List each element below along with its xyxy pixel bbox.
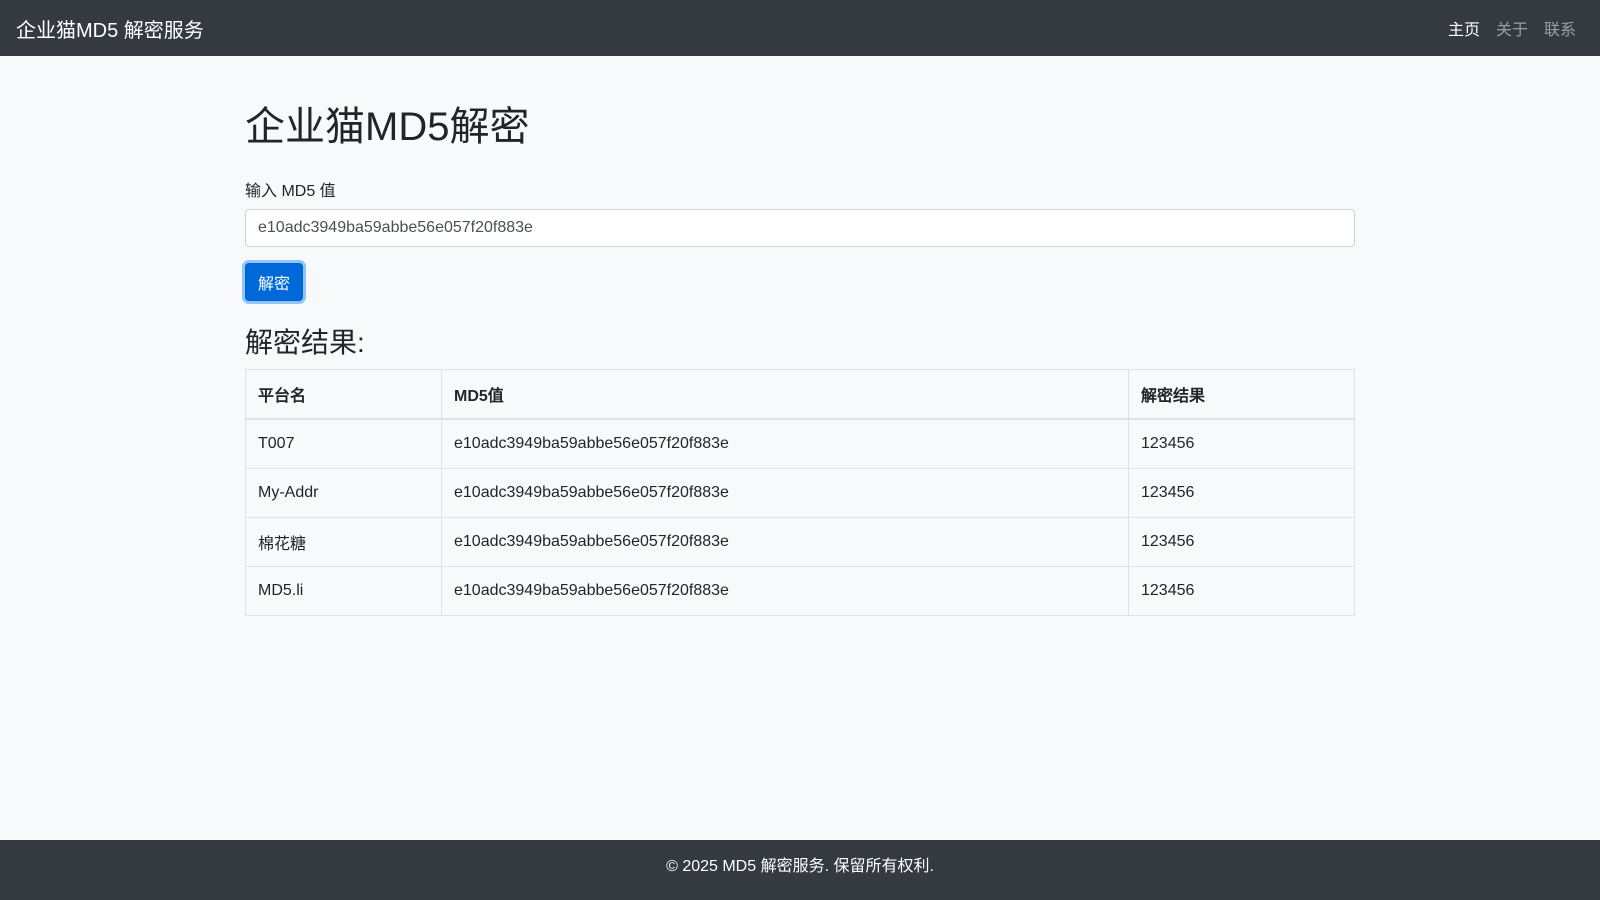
table-row: MD5.li e10adc3949ba59abbe56e057f20f883e 12… — [245, 565, 1355, 616]
cell-result: 123456 — [1128, 516, 1355, 567]
cell-platform: T007 — [245, 418, 442, 469]
table-row: My-Addr e10adc3949ba59abbe56e057f20f883e 1… — [245, 467, 1355, 518]
decrypt-button[interactable]: 解密 — [245, 263, 304, 301]
cell-md5: e10adc3949ba59abbe56e057f20f883e — [441, 565, 1129, 616]
cell-md5: e10adc3949ba59abbe56e057f20f883e — [441, 516, 1129, 567]
nav-home[interactable]: 主页 — [1440, 8, 1488, 48]
cell-result: 123456 — [1128, 418, 1355, 469]
cell-md5: e10adc3949ba59abbe56e057f20f883e — [441, 467, 1129, 518]
cell-platform: My-Addr — [245, 467, 442, 518]
table-header-row: 平台名 MD5值 解密结果 — [245, 369, 1355, 420]
header-md5: MD5值 — [441, 369, 1129, 420]
nav-links: 主页 关于 联系 — [1440, 8, 1584, 48]
page-title: 企业猫MD5解密 — [245, 105, 530, 149]
header-platform: 平台名 — [245, 369, 442, 420]
cell-platform: 棉花糖 — [245, 516, 442, 567]
navbar: 企业猫MD5 解密服务 主页 关于 联系 — [0, 0, 1600, 56]
md5-input[interactable] — [245, 209, 1355, 247]
results-title: 解密结果: — [245, 327, 365, 358]
table-row: 棉花糖 e10adc3949ba59abbe56e057f20f883e 12345… — [245, 516, 1355, 567]
main-container: 企业猫MD5解密 输入 MD5 值 解密 解密结果: 平台名 MD5值 解密结果… — [245, 56, 1355, 616]
cell-platform: MD5.li — [245, 565, 442, 616]
cell-result: 123456 — [1128, 565, 1355, 616]
header-result: 解密结果 — [1128, 369, 1355, 420]
brand-link[interactable]: 企业猫MD5 解密服务 — [16, 14, 204, 43]
footer: © 2025 MD5 解密服务. 保留所有权利. — [0, 840, 1600, 900]
footer-text: © 2025 MD5 解密服务. 保留所有权利. — [666, 858, 934, 875]
results-table: 平台名 MD5值 解密结果 T007 e10adc3949ba59abbe56e0… — [245, 369, 1355, 616]
cell-result: 123456 — [1128, 467, 1355, 518]
md5-input-label: 输入 MD5 值 — [245, 183, 336, 200]
cell-md5: e10adc3949ba59abbe56e057f20f883e — [441, 418, 1129, 469]
nav-contact[interactable]: 联系 — [1536, 8, 1584, 48]
nav-about[interactable]: 关于 — [1488, 8, 1536, 48]
table-row: T007 e10adc3949ba59abbe56e057f20f883e 1234… — [245, 418, 1355, 469]
